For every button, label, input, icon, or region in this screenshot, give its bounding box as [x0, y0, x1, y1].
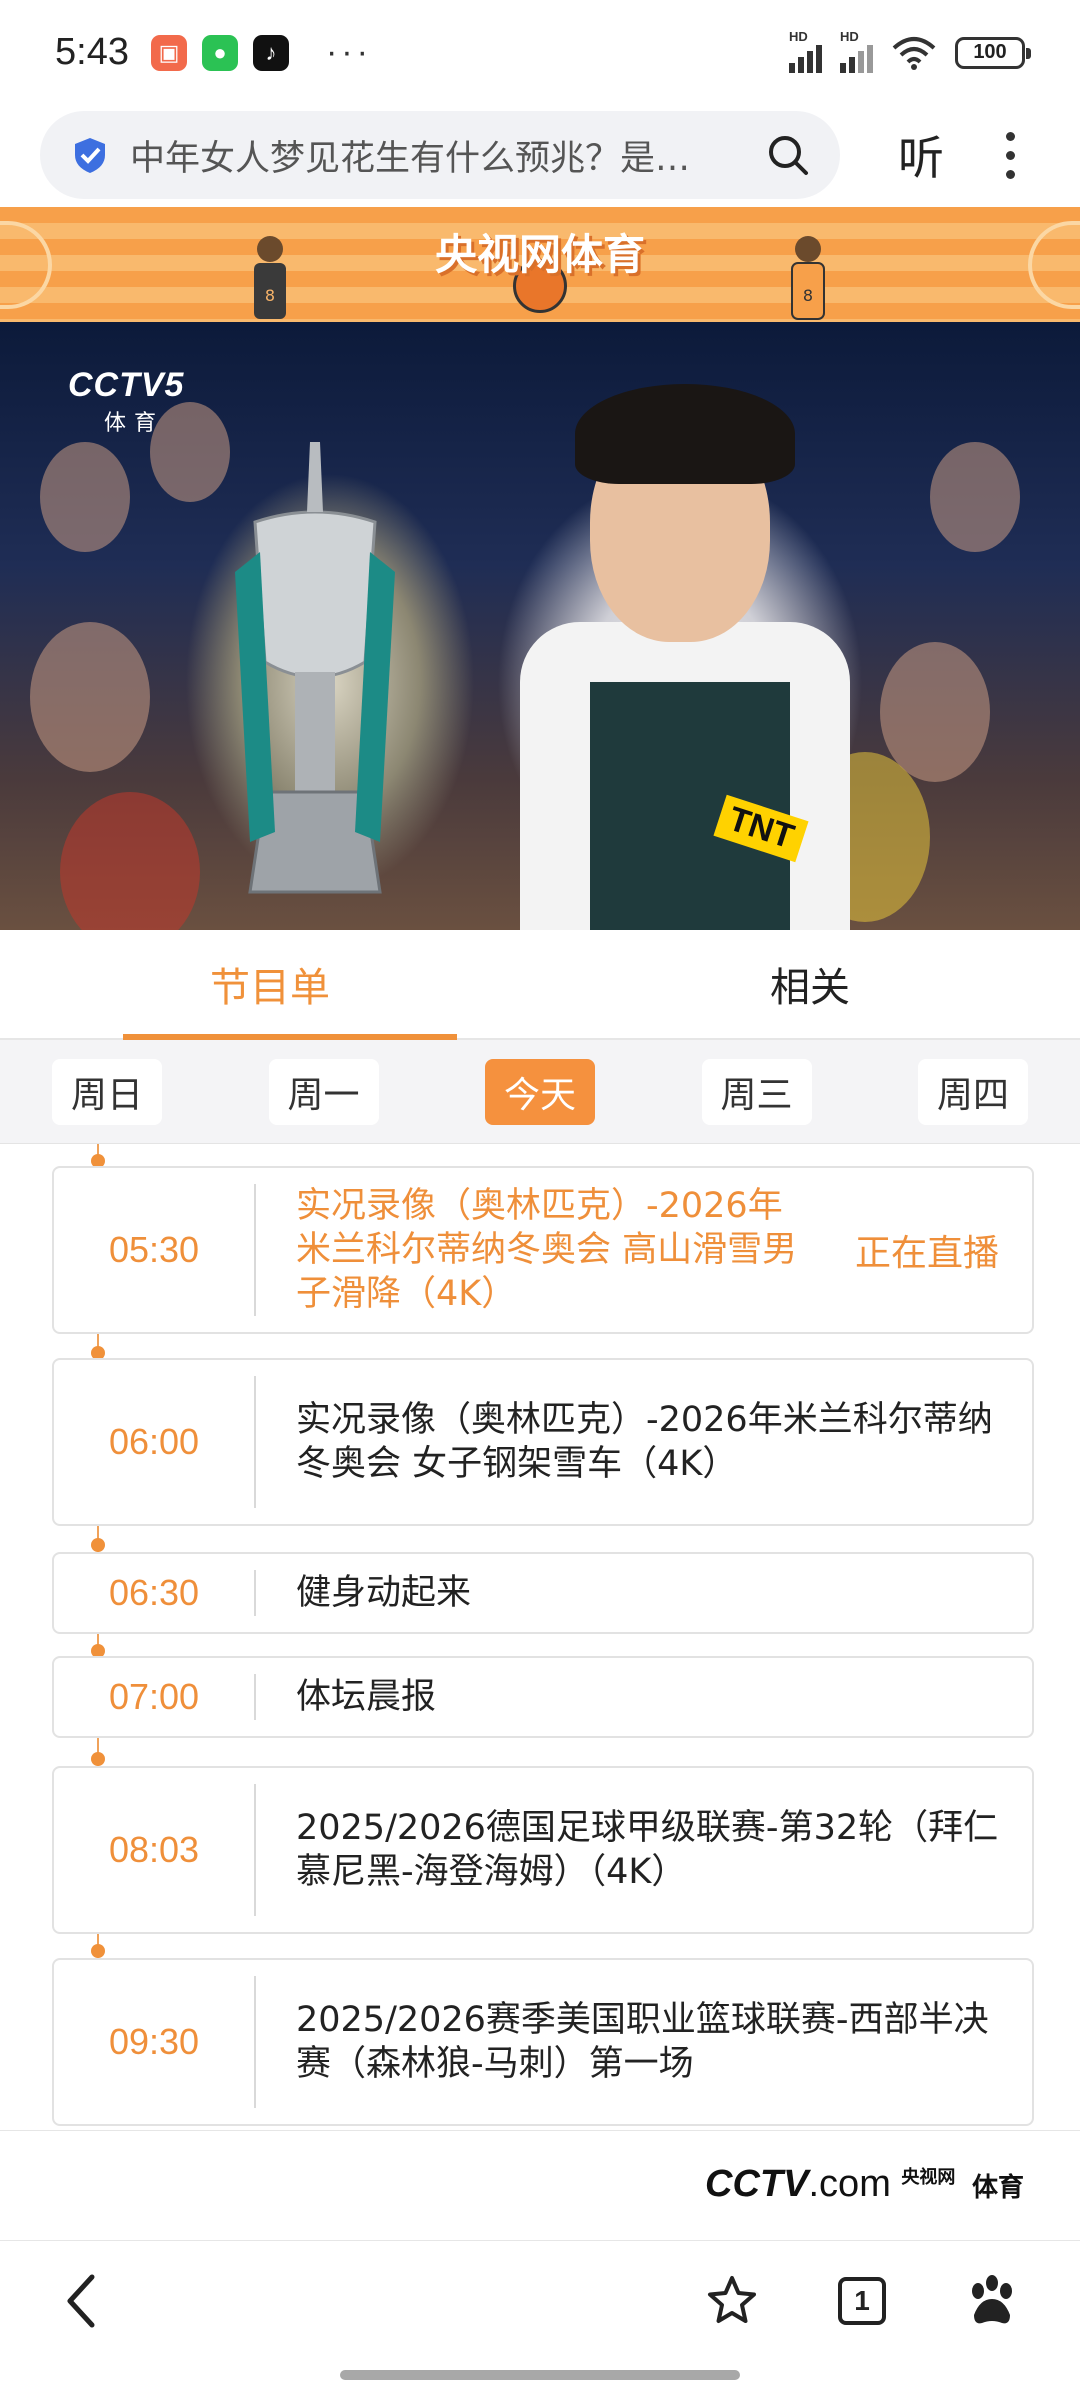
bookmark-star-icon[interactable]	[704, 2273, 760, 2329]
banner-title: 央视网体育	[434, 230, 645, 279]
more-notifications-icon: ···	[325, 33, 372, 71]
listen-button[interactable]: 听	[898, 122, 944, 188]
content-tabs: 节目单 相关	[0, 930, 1080, 1040]
tiktok-icon: ♪	[252, 34, 289, 71]
battery-icon: 100	[955, 36, 1031, 69]
list-item[interactable]: 09:30 2025/2026赛季美国职业篮球联赛-西部半决赛（森林狼-马刺）第…	[52, 1958, 1034, 2126]
search-icon[interactable]	[764, 131, 812, 179]
program-time: 06:00	[108, 1421, 200, 1462]
list-item[interactable]: 06:00 实况录像（奥林匹克）-2026年米兰科尔蒂纳冬奥会 女子钢架雪车（4…	[52, 1358, 1034, 1526]
home-indicator[interactable]	[340, 2370, 740, 2380]
list-item[interactable]: 08:03 2025/2026德国足球甲级联赛-第32轮（拜仁慕尼黑-海登海姆）…	[52, 1766, 1034, 1934]
wifi-icon	[892, 36, 936, 70]
status-bar: 5:43 ▣ ● ♪ ··· HD HD 100	[0, 0, 1080, 105]
day-thursday[interactable]: 周四	[918, 1058, 1028, 1125]
program-time: 08:03	[108, 1829, 200, 1870]
program-time: 06:30	[108, 1572, 200, 1613]
svg-text:8: 8	[265, 286, 275, 305]
trophy-icon	[235, 442, 395, 894]
program-time: 09:30	[108, 2021, 200, 2062]
program-title: 健身动起来	[296, 1573, 472, 1613]
sports-banner: 8 8 央视网体育	[0, 207, 1080, 322]
search-box[interactable]: 中年女人梦见花生有什么预兆？是…	[40, 111, 840, 199]
svg-text:8: 8	[803, 286, 813, 305]
signal-icon-2: HD	[840, 29, 873, 73]
program-title: 体坛晨报	[296, 1677, 437, 1717]
program-time: 07:00	[108, 1676, 200, 1717]
channel-logo: CCTV5 体育	[68, 366, 185, 436]
live-badge: 正在直播	[854, 1233, 999, 1274]
signal-icon: HD	[789, 29, 822, 73]
bottom-navigation: 1	[0, 2240, 1080, 2360]
day-selector: 周日 周一 今天 周三 周四	[0, 1040, 1080, 1144]
address-bar: 中年女人梦见花生有什么预兆？是… 听	[0, 105, 1080, 205]
program-list: 05:30 实况录像（奥林匹克）-2026年米兰科尔蒂纳冬奥会 高山滑雪男子滑降…	[0, 1144, 1080, 2128]
list-item[interactable]: 05:30 实况录像（奥林匹克）-2026年米兰科尔蒂纳冬奥会 高山滑雪男子滑降…	[52, 1166, 1034, 1334]
tab-related[interactable]: 相关	[540, 930, 1080, 1038]
day-sunday[interactable]: 周日	[52, 1058, 162, 1125]
program-title: 实况录像（奥林匹克）-2026年米兰科尔蒂纳冬奥会 女子钢架雪车（4K）	[296, 1400, 993, 1484]
program-title: 2025/2026德国足球甲级联赛-第32轮（拜仁慕尼黑-海登海姆）（4K）	[296, 1808, 999, 1892]
app-notification-icon: ▣	[150, 34, 187, 71]
back-icon[interactable]	[60, 2271, 104, 2331]
shield-icon	[75, 138, 105, 173]
list-item[interactable]: 06:30 健身动起来	[52, 1552, 1034, 1634]
tab-schedule[interactable]: 节目单	[0, 930, 540, 1040]
video-player[interactable]: CCTV5 体育 TNT	[0, 322, 1080, 930]
tabs-count-button[interactable]: 1	[838, 2276, 886, 2325]
program-title: 2025/2026赛季美国职业篮球联赛-西部半决赛（森林狼-马刺）第一场	[296, 2000, 989, 2084]
cctv-com-logo: CCTV.com 央视网 体育	[705, 2163, 1024, 2205]
day-wednesday[interactable]: 周三	[701, 1058, 812, 1125]
more-menu-icon[interactable]	[1006, 131, 1015, 179]
clock: 5:43	[55, 31, 129, 73]
day-monday[interactable]: 周一	[268, 1058, 379, 1125]
list-item[interactable]: 07:00 体坛晨报	[52, 1656, 1034, 1738]
program-time: 05:30	[108, 1229, 200, 1270]
day-today[interactable]: 今天	[485, 1058, 595, 1125]
baidu-paw-icon[interactable]	[964, 2273, 1020, 2329]
program-title: 实况录像（奥林匹克）-2026年米兰科尔蒂纳冬奥会 高山滑雪男子滑降（4K）	[296, 1186, 798, 1314]
wechat-icon: ●	[201, 34, 238, 71]
footer-brand: CCTV.com 央视网 体育	[0, 2130, 1080, 2238]
search-query[interactable]: 中年女人梦见花生有什么预兆？是…	[130, 130, 752, 181]
